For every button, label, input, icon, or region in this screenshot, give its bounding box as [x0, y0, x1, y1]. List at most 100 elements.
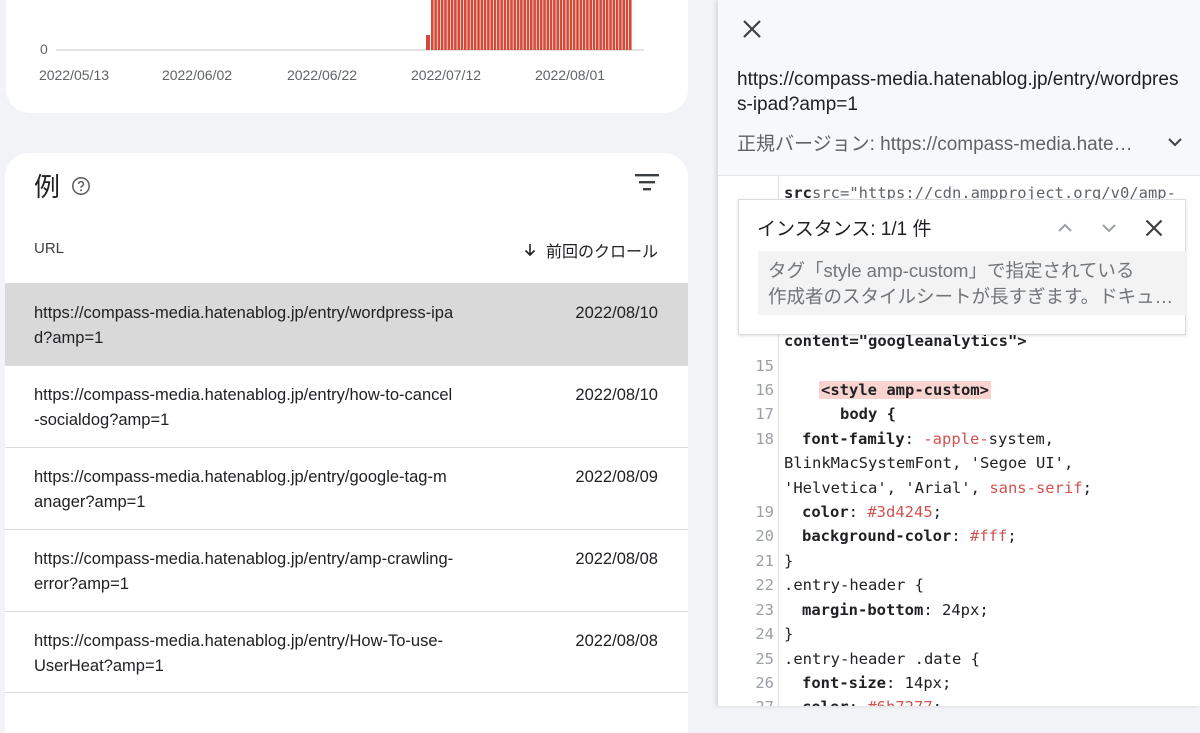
- close-icon[interactable]: [1144, 218, 1164, 238]
- chart-bar: [460, 0, 464, 50]
- line-number: 25: [755, 650, 774, 668]
- chart-bar: [464, 0, 467, 50]
- chart-bar: [539, 0, 543, 50]
- line-number: 26: [755, 674, 774, 692]
- line-number: 18: [755, 430, 774, 448]
- chart-bar: [506, 0, 510, 50]
- chart-bar: [629, 0, 632, 50]
- chart-bar: [530, 0, 533, 50]
- issue-message-line: タグ「style amp-custom」で指定されている: [768, 260, 1135, 281]
- code-line: margin-bottom: 24px;: [802, 601, 989, 619]
- table-row[interactable]: https://compass-media.hatenablog.jp/entr…: [5, 283, 688, 365]
- chevron-up-icon[interactable]: [1055, 220, 1075, 236]
- chart-bar: [513, 0, 517, 50]
- chart-bar: [576, 0, 579, 50]
- code-line: 'Helvetica', 'Arial', sans-serif;: [784, 479, 1092, 497]
- row-url: https://compass-media.hatenablog.jp/entr…: [34, 468, 447, 511]
- chart-bar: [467, 0, 470, 50]
- code-line: color: #6b7277;: [802, 698, 942, 706]
- chart-bar: [543, 0, 546, 50]
- chart-bar: [480, 0, 484, 50]
- highlighted-style-tag: <style amp-custom>: [819, 381, 991, 399]
- crawl-chart-card: 0 2022/05/13 2022/06/02 2022/06/22 2022/07/…: [6, 0, 688, 113]
- code-line: font-family: -apple-system,: [802, 430, 1054, 448]
- x-tick-group: 2022/05/13 2022/06/02 2022/06/22 2022/07/12…: [39, 67, 605, 83]
- examples-card: 例 URL 前回のクロール https://compass-media.hate…: [5, 153, 688, 733]
- x-tick-label: 2022/05/13: [39, 67, 109, 83]
- chart-bar: [447, 0, 451, 50]
- table-row[interactable]: https://compass-media.hatenablog.jp/entr…: [5, 365, 688, 447]
- line-number: 22: [755, 576, 774, 594]
- code-kw: -apple-: [923, 430, 989, 448]
- chart-bar: [536, 0, 540, 50]
- canonical-version-dropdown[interactable]: 正規バージョン: https://compass-media.hatenablo…: [737, 129, 1182, 155]
- chart-bar: [523, 0, 526, 50]
- canonical-version-text: 正規バージョン: https://compass-media.hatenablo…: [737, 134, 1142, 155]
- line-number: 19: [755, 503, 774, 521]
- line-number: 27: [718, 698, 774, 706]
- chart-bar: [477, 0, 480, 50]
- x-tick-label: 2022/08/01: [535, 67, 605, 83]
- chart-bar: [579, 0, 583, 50]
- code-prop: font-size: [802, 674, 886, 692]
- chart-bar: [457, 0, 460, 50]
- close-panel-icon[interactable]: [741, 18, 763, 40]
- chart-bar: [549, 0, 553, 50]
- line-number: 23: [755, 601, 774, 619]
- chart-bar: [625, 0, 629, 50]
- table-row[interactable]: https://compass-media.hatenablog.jp/entr…: [5, 611, 688, 693]
- chart-bar: [605, 0, 609, 50]
- row-date: 2022/08/08: [575, 632, 658, 650]
- instance-popup: インスタンス: 1/1 件 タグ「style amp-custom」で指定されて…: [738, 199, 1187, 335]
- panel-header: https://compass-media.hatenablog.jp/entr…: [718, 0, 1200, 176]
- chevron-down-icon[interactable]: [1099, 220, 1119, 236]
- code-kw: sans-serif: [989, 479, 1083, 497]
- inspected-url: https://compass-media.hatenablog.jp/entr…: [737, 69, 1179, 115]
- chart-bar: [520, 0, 523, 50]
- chart-bar: [473, 0, 477, 50]
- chevron-down-icon: [1168, 138, 1182, 147]
- arrow-down-icon: [524, 244, 536, 257]
- chart-bar: [526, 0, 530, 50]
- chart-bar: [516, 0, 520, 50]
- chart-bar: [440, 0, 444, 50]
- crawl-chart: 0 2022/05/13 2022/06/02 2022/06/22 2022/07/…: [39, 0, 644, 83]
- code-prop: margin-bottom: [802, 601, 924, 619]
- chart-bar: [497, 0, 500, 50]
- column-header-url[interactable]: URL: [34, 240, 64, 257]
- code-val: 24px: [942, 601, 980, 619]
- chart-bar: [470, 0, 474, 50]
- instance-count: インスタンス: 1/1 件: [757, 219, 932, 240]
- chart-bar: [582, 0, 586, 50]
- code-line: BlinkMacSystemFont, 'Segoe UI',: [784, 454, 1073, 472]
- chart-bar: [596, 0, 599, 50]
- chart-bar: [431, 0, 434, 50]
- code-val: system,: [988, 430, 1054, 448]
- chart-bar: [622, 0, 625, 50]
- code-selector: body {: [840, 405, 896, 423]
- code-prop: color: [802, 503, 849, 521]
- help-icon[interactable]: [71, 176, 91, 196]
- row-date: 2022/08/10: [575, 386, 658, 404]
- issue-message: タグ「style amp-custom」で指定されている 作成者のスタイルシート…: [758, 251, 1187, 315]
- line-number: 16: [755, 381, 774, 399]
- chart-bar: [483, 0, 487, 50]
- filter-icon[interactable]: [634, 171, 660, 193]
- column-header-last-crawl[interactable]: 前回のクロール: [522, 238, 658, 262]
- table-row[interactable]: https://compass-media.hatenablog.jp/entr…: [5, 529, 688, 611]
- chart-bar: [586, 0, 589, 50]
- code-prop: background-color: [802, 527, 952, 545]
- chart-bar: [500, 0, 503, 50]
- table-row[interactable]: https://compass-media.hatenablog.jp/entr…: [5, 447, 688, 529]
- code-line: .entry-header .date {: [784, 650, 980, 668]
- chart-bar: [510, 0, 513, 50]
- chart-bar: [572, 0, 576, 50]
- code-line: .entry-header {: [784, 576, 924, 594]
- chart-bar: [559, 0, 563, 50]
- code-line: color: #3d4245;: [802, 503, 943, 521]
- chart-bar: [619, 0, 622, 50]
- code-line: }: [784, 625, 794, 643]
- chart-bar: [487, 0, 490, 50]
- code-kw: #3d4245: [867, 503, 933, 521]
- y-tick-0: 0: [40, 41, 48, 57]
